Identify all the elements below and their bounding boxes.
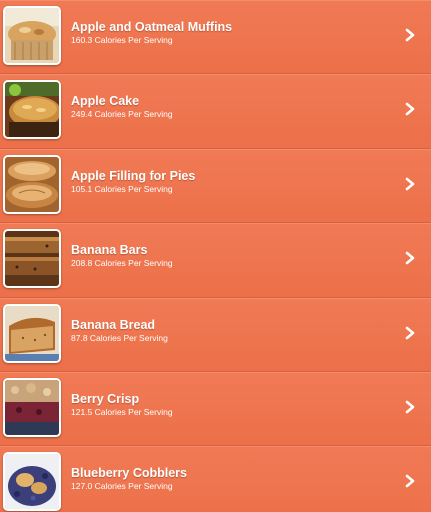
bars-thumbnail [3, 229, 61, 289]
cobbler-thumbnail [3, 452, 61, 512]
bread-photo-icon [5, 305, 59, 361]
chevron-right-icon [403, 400, 417, 414]
crisp-photo-icon [5, 379, 59, 435]
recipe-item-blueberry-cobblers[interactable]: Blueberry Cobblers 127.0 Calories Per Se… [0, 446, 431, 512]
recipe-title: Apple Filling for Pies [71, 168, 196, 183]
chevron-right-icon [403, 251, 417, 265]
chevron-right-icon [403, 474, 417, 488]
pie-thumbnail [3, 154, 61, 214]
recipe-calories: 121.5 Calories Per Serving [71, 406, 173, 417]
recipe-calories: 87.8 Calories Per Serving [71, 332, 168, 343]
recipe-title: Banana Bread [71, 317, 156, 332]
recipe-calories: 105.1 Calories Per Serving [71, 183, 173, 194]
recipe-calories: 160.3 Calories Per Serving [71, 35, 173, 45]
recipe-calories: 249.4 Calories Per Serving [71, 109, 173, 120]
recipe-item-apple-filling-pies[interactable]: Apple Filling for Pies 105.1 Calories Pe… [0, 148, 431, 224]
bread-thumbnail [3, 303, 61, 363]
recipe-item-banana-bread[interactable]: Banana Bread 87.8 Calories Per Serving [0, 297, 431, 372]
chevron-right-icon [403, 177, 417, 191]
cake-photo-icon [5, 82, 59, 138]
recipe-item-berry-crisp[interactable]: Berry Crisp 121.5 Calories Per Serving [0, 371, 431, 447]
chevron-right-icon [403, 28, 417, 42]
recipe-title: Banana Bars [71, 243, 148, 258]
recipe-title: Apple and Oatmeal Muffins [71, 20, 233, 34]
recipe-calories: 208.8 Calories Per Serving [71, 258, 173, 269]
recipe-item-apple-cake[interactable]: Apple Cake 249.4 Calories Per Serving [0, 74, 431, 149]
recipe-calories: 127.0 Calories Per Serving [71, 481, 173, 492]
recipe-item-apple-oatmeal-muffins[interactable]: Apple and Oatmeal Muffins 160.3 Calories… [0, 0, 431, 75]
muffin-photo-icon [5, 8, 59, 63]
recipe-item-banana-bars[interactable]: Banana Bars 208.8 Calories Per Serving [0, 223, 431, 298]
bars-photo-icon [5, 231, 59, 287]
recipe-title: Blueberry Cobblers [71, 466, 188, 481]
muffin-thumbnail [3, 6, 61, 65]
chevron-right-icon [403, 102, 417, 116]
chevron-right-icon [403, 326, 417, 340]
recipe-list: Apple and Oatmeal Muffins 160.3 Calories… [0, 0, 431, 512]
recipe-title: Apple Cake [71, 94, 140, 109]
cake-thumbnail [3, 80, 61, 140]
pie-photo-icon [5, 156, 59, 212]
recipe-title: Berry Crisp [71, 391, 140, 406]
crisp-thumbnail [3, 377, 61, 437]
cobbler-photo-icon [5, 454, 59, 510]
